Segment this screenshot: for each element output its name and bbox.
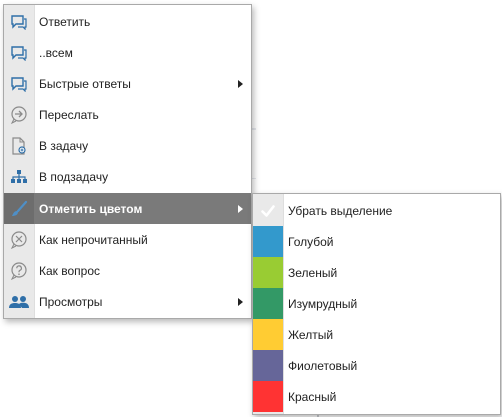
menu-item-reply-all[interactable]: ..всем: [4, 37, 251, 68]
color-item-blue[interactable]: Голубой: [253, 226, 500, 257]
menu-item-label: ..всем: [39, 45, 73, 60]
menu-item-label: Как вопрос: [39, 263, 101, 278]
menu-item-label: Ответить: [39, 14, 91, 29]
menu-item-label: Быстрые ответы: [39, 76, 131, 91]
context-menu: Ответить ..всем Быстрые ответы Переслать…: [3, 4, 252, 319]
quick-reply-icon: [4, 68, 34, 99]
menu-item-label: Просмотры: [39, 294, 103, 309]
submenu-arrow-icon: [238, 298, 243, 306]
color-item-yellow[interactable]: Желтый: [253, 319, 500, 350]
submenu-arrow-icon: [238, 205, 243, 213]
color-item-label: Зеленый: [288, 265, 338, 280]
menu-item-quick-replies[interactable]: Быстрые ответы: [4, 68, 251, 99]
to-task-icon: [4, 130, 34, 161]
question-icon: [4, 255, 34, 286]
menu-item-as-question[interactable]: Как вопрос: [4, 255, 251, 286]
color-swatch-purple: [253, 350, 283, 381]
viewers-icon: [4, 286, 34, 317]
menu-item-views[interactable]: Просмотры: [4, 286, 251, 317]
color-item-label: Желтый: [288, 327, 334, 342]
color-swatch-blue: [253, 226, 283, 257]
color-item-label: Голубой: [288, 234, 334, 249]
menu-item-mark-color[interactable]: Отметить цветом: [4, 193, 251, 224]
checkmark-icon: [253, 195, 283, 226]
menu-item-forward[interactable]: Переслать: [4, 99, 251, 130]
color-swatch-red: [253, 381, 283, 412]
reply-all-icon: [4, 37, 34, 68]
menu-item-to-task[interactable]: В задачу: [4, 130, 251, 161]
forward-icon: [4, 99, 34, 130]
color-item-clear[interactable]: Убрать выделение: [253, 195, 500, 226]
menu-item-label: Переслать: [39, 107, 99, 122]
color-item-label: Красный: [288, 389, 337, 404]
color-submenu: Убрать выделение Голубой Зеленый Изумруд…: [252, 193, 501, 415]
color-item-green[interactable]: Зеленый: [253, 257, 500, 288]
color-item-red[interactable]: Красный: [253, 381, 500, 412]
menu-item-label: В подзадачу: [39, 169, 109, 184]
menu-item-reply[interactable]: Ответить: [4, 6, 251, 37]
subtask-icon: [4, 161, 34, 192]
menu-item-label: Отметить цветом: [39, 201, 143, 216]
color-item-purple[interactable]: Фиолетовый: [253, 350, 500, 381]
reply-icon: [4, 6, 34, 37]
color-swatch-green: [253, 257, 283, 288]
menu-item-mark-unread[interactable]: Как непрочитанный: [4, 224, 251, 255]
menu-item-label: В задачу: [39, 138, 89, 153]
submenu-arrow-icon: [238, 80, 243, 88]
color-item-emerald[interactable]: Изумрудный: [253, 288, 500, 319]
paintbrush-icon: [4, 193, 34, 224]
menu-item-label: Как непрочитанный: [39, 232, 148, 247]
color-swatch-emerald: [253, 288, 283, 319]
color-item-label: Изумрудный: [288, 296, 358, 311]
mark-unread-icon: [4, 224, 34, 255]
color-swatch-yellow: [253, 319, 283, 350]
color-item-label: Убрать выделение: [288, 203, 393, 218]
menu-item-to-subtask[interactable]: В подзадачу: [4, 161, 251, 192]
color-item-label: Фиолетовый: [288, 358, 358, 373]
